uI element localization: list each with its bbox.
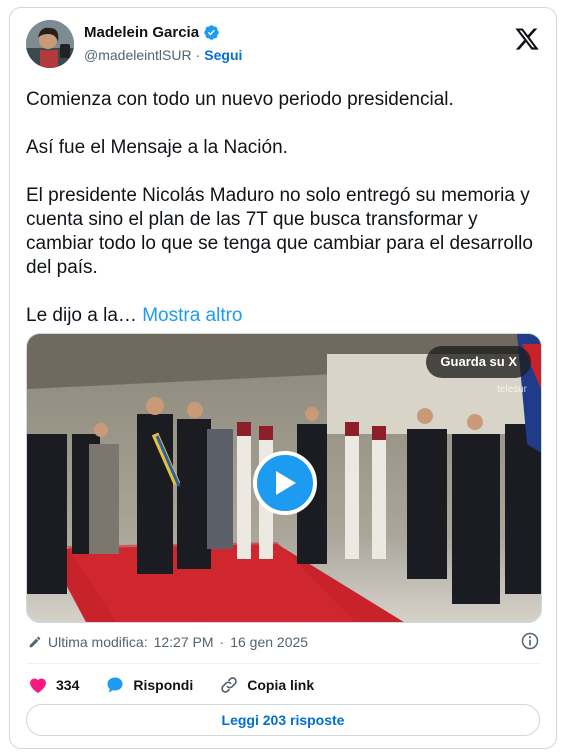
author-handle-row: @madeleintlSUR · Segui: [84, 47, 242, 63]
watch-on-x-button[interactable]: Guarda su X: [426, 346, 531, 378]
post-header: Madelein Garcia @madeleintlSUR · Segui: [26, 20, 542, 72]
read-replies-button[interactable]: Leggi 203 risposte: [26, 704, 540, 736]
reply-button[interactable]: Rispondi: [105, 675, 193, 695]
post-time[interactable]: 12:27 PM: [154, 634, 214, 650]
post-paragraph: Así fue el Mensaje a la Nación.: [26, 137, 288, 158]
show-more-link[interactable]: Mostra altro: [142, 305, 242, 326]
video-player[interactable]: Guarda su X telesur: [26, 333, 542, 623]
handle-separator: ·: [195, 47, 201, 63]
post-date[interactable]: 16 gen 2025: [230, 634, 308, 650]
avatar[interactable]: [26, 20, 74, 68]
follow-button[interactable]: Segui: [204, 47, 242, 63]
heart-icon: [30, 678, 46, 693]
like-count: 334: [56, 677, 80, 693]
post-card: Madelein Garcia @madeleintlSUR · Segui C…: [9, 7, 557, 749]
x-logo-icon[interactable]: [514, 26, 540, 52]
reply-bubble-icon: [107, 677, 123, 693]
copy-link-label: Copia link: [247, 677, 315, 693]
author-name-row: Madelein Garcia: [84, 24, 220, 41]
avatar-photo: [26, 20, 74, 68]
meta-separator: ·: [219, 634, 225, 650]
post-text: Comienza con todo un nuevo periodo presi…: [26, 88, 546, 328]
truncated-text: Le dijo a la…: [26, 305, 137, 326]
reply-label: Rispondi: [133, 677, 194, 693]
edit-pencil-icon: [29, 636, 41, 648]
play-button[interactable]: [253, 451, 317, 515]
verified-badge-icon: [204, 25, 219, 40]
play-icon: [276, 471, 296, 495]
post-paragraph: El presidente Nicolás Maduro no solo ent…: [26, 185, 533, 278]
edited-label[interactable]: Ultima modifica:: [48, 634, 148, 650]
post-meta: Ultima modifica: 12:27 PM · 16 gen 2025: [28, 631, 540, 653]
info-icon[interactable]: [520, 631, 540, 651]
copy-link-button[interactable]: Copia link: [219, 675, 314, 695]
video-watermark: telesur: [496, 384, 527, 395]
author-handle[interactable]: @madeleintlSUR: [84, 47, 192, 63]
post-truncated-paragraph: Le dijo a la… Mostra altro: [26, 304, 546, 328]
post-paragraph: Comienza con todo un nuevo periodo presi…: [26, 89, 454, 110]
author-name[interactable]: Madelein Garcia: [84, 24, 199, 41]
action-bar: 334 Rispondi Copia link: [28, 673, 340, 697]
like-button[interactable]: 334: [28, 675, 79, 695]
divider: [26, 663, 540, 664]
link-icon: [221, 677, 238, 693]
